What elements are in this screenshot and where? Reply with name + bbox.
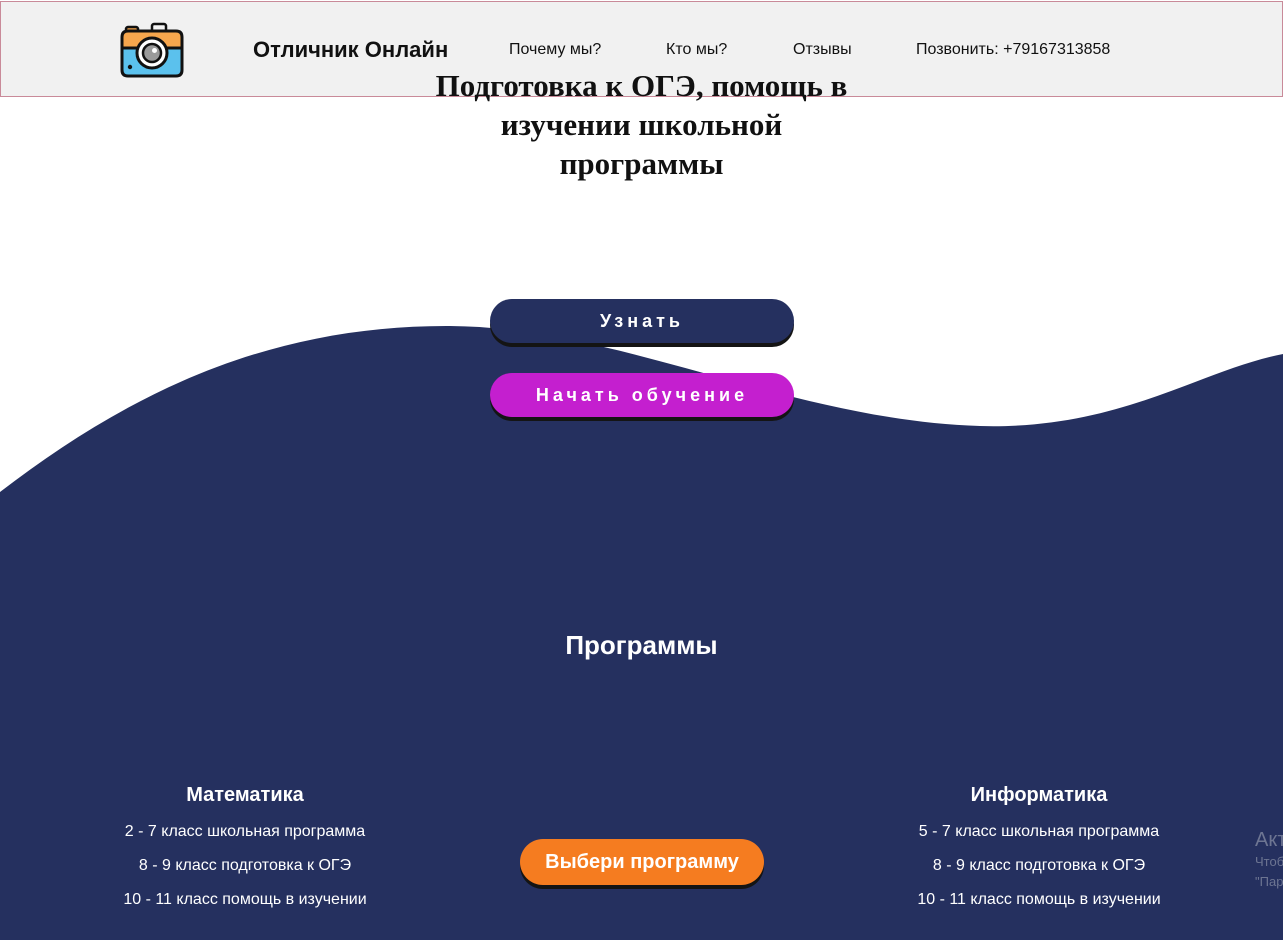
watermark-title: Акт (1255, 829, 1283, 851)
choose-program-button[interactable]: Выбери программу (520, 839, 764, 885)
hero-title: Подготовка к ОГЭ, помощь в изучении школ… (435, 68, 848, 181)
nav-who-we-are[interactable]: Кто мы? (666, 41, 727, 59)
program-informatics: Информатика 5 - 7 класс школьная програм… (889, 784, 1189, 925)
program-math-title: Математика (186, 784, 304, 806)
nav-reviews[interactable]: Отзывы (793, 41, 852, 59)
programs-title: Программы (565, 630, 718, 660)
program-math: Математика 2 - 7 класс школьная программ… (95, 784, 395, 925)
program-informatics-title: Информатика (970, 784, 1108, 806)
program-informatics-item: 8 - 9 класс подготовка к ОГЭ (932, 857, 1146, 874)
watermark-line: Чтоб (1255, 854, 1283, 869)
page: Отличник Онлайн Почему мы? Кто мы? Отзыв… (0, 0, 1283, 940)
program-informatics-item: 10 - 11 класс помощь в изучении (917, 891, 1161, 908)
program-informatics-item: 5 - 7 класс школьная программа (918, 823, 1160, 840)
camera-icon[interactable] (118, 21, 186, 79)
nav-call-phone[interactable]: Позвонить: +79167313858 (916, 41, 1110, 59)
program-math-item: 10 - 11 класс помощь в изучении (123, 891, 367, 908)
learn-button[interactable]: Узнать (490, 299, 794, 343)
program-math-item: 2 - 7 класс школьная программа (124, 823, 366, 840)
watermark-line: "Пар (1255, 874, 1283, 889)
brand-name[interactable]: Отличник Онлайн (253, 37, 448, 63)
program-math-item: 8 - 9 класс подготовка к ОГЭ (138, 857, 352, 874)
activation-watermark: Акт Чтоб "Пар (1255, 828, 1283, 892)
nav-why-us[interactable]: Почему мы? (509, 41, 601, 59)
start-learning-button[interactable]: Начать обучение (490, 373, 794, 417)
